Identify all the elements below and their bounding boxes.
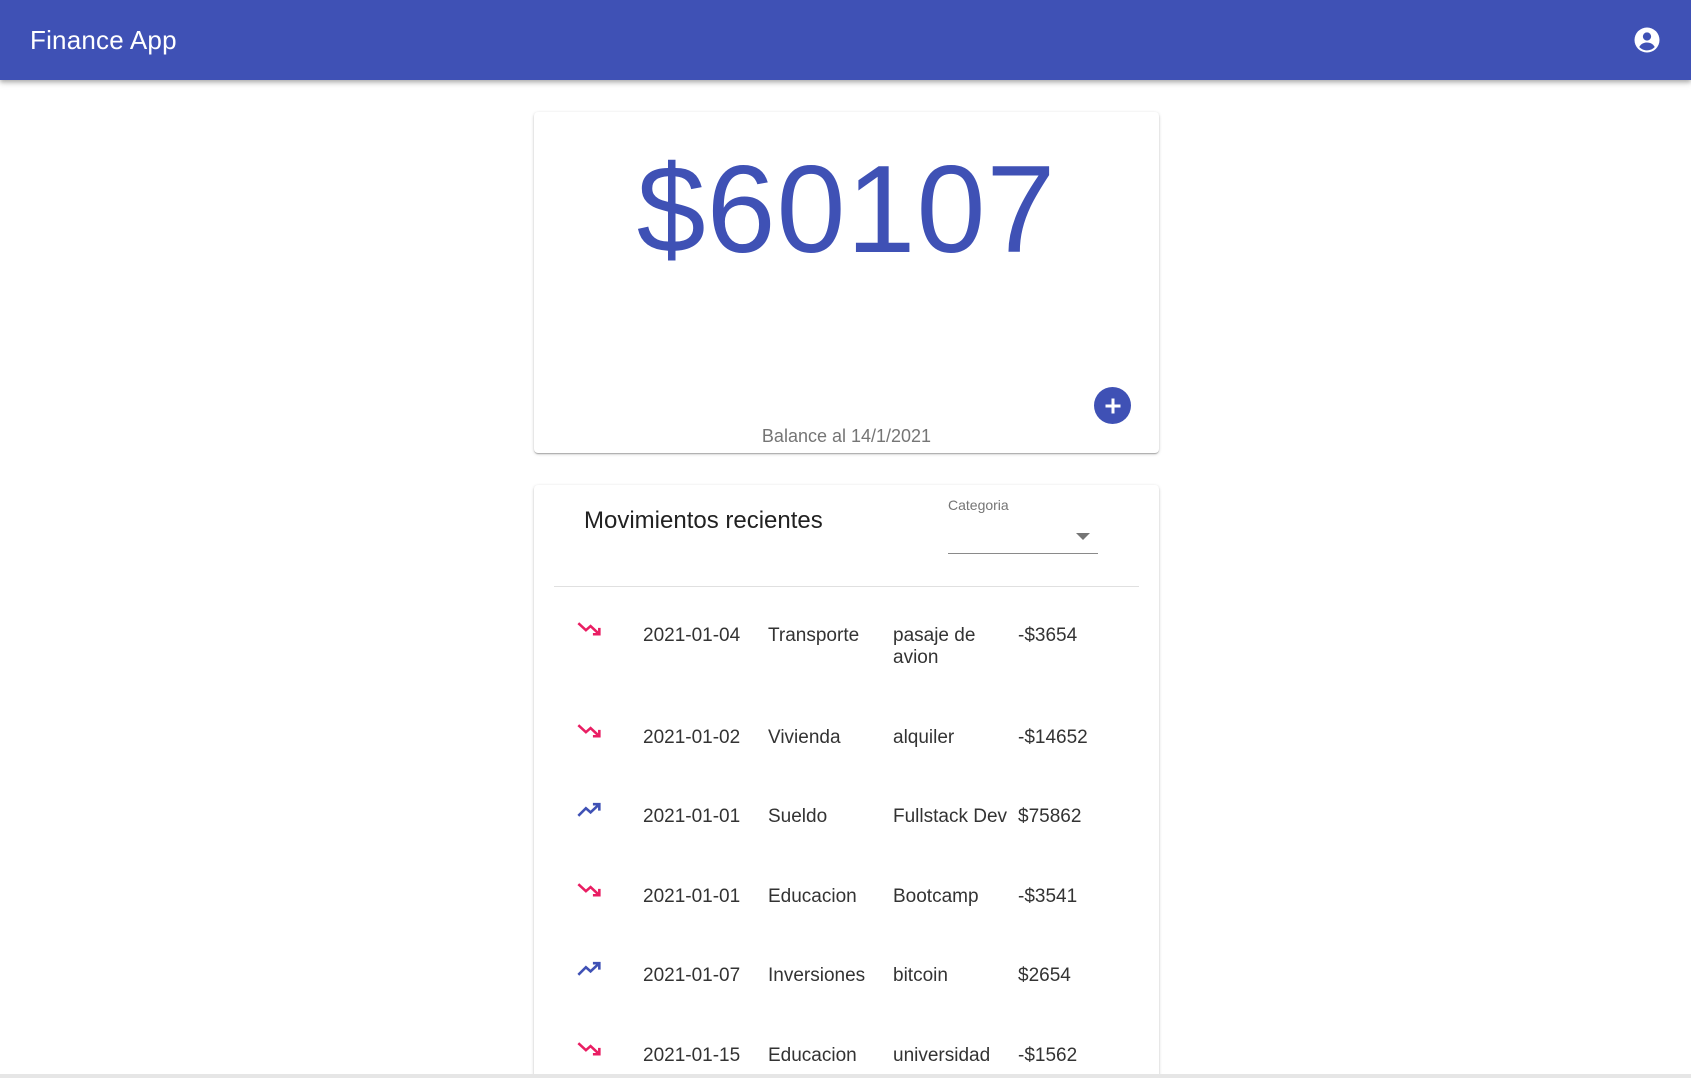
plus-icon xyxy=(1105,398,1120,413)
divider xyxy=(554,586,1139,587)
movement-category: Inversiones xyxy=(768,965,866,986)
category-filter-label: Categoria xyxy=(948,497,1009,513)
dropdown-arrow-icon xyxy=(1076,533,1090,540)
movement-description: universidad xyxy=(893,1045,991,1066)
movement-description: Fullstack Dev xyxy=(893,806,1008,827)
movement-date: 2021-01-01 xyxy=(643,806,741,827)
movement-category: Vivienda xyxy=(768,727,841,748)
balance-caption: Balance al 14/1/2021 xyxy=(761,426,932,446)
trending-down-icon xyxy=(577,883,601,897)
trending-up-icon xyxy=(577,802,601,817)
movement-category: Educacion xyxy=(768,1045,857,1066)
trending-down-icon xyxy=(577,724,601,738)
movement-description: bitcoin xyxy=(893,965,948,986)
movement-amount: -$1562 xyxy=(1018,1045,1078,1066)
movement-amount: -$3654 xyxy=(1018,625,1078,646)
movement-date: 2021-01-15 xyxy=(643,1045,741,1066)
movement-amount: $2654 xyxy=(1018,965,1071,986)
balance-amount: $60107 xyxy=(636,141,1057,279)
movement-row: 2021-01-01 Educacion Bootcamp -$3541 xyxy=(554,883,1139,946)
movement-amount: $75862 xyxy=(1018,806,1082,827)
app-title: Finance App xyxy=(30,24,177,55)
movement-date: 2021-01-07 xyxy=(643,965,741,986)
movement-category: Transporte xyxy=(768,625,860,646)
movement-row: 2021-01-01 Sueldo Fullstack Dev $75862 xyxy=(554,802,1139,866)
balance-card: $60107 Balance al 14/1/2021 xyxy=(534,112,1159,453)
movement-amount: -$3541 xyxy=(1018,886,1078,907)
movements-title: Movimientos recientes xyxy=(584,507,823,534)
trending-down-icon xyxy=(577,1042,601,1056)
movement-row: 2021-01-02 Vivienda alquiler -$14652 xyxy=(554,724,1139,787)
account-circle-icon xyxy=(1634,27,1660,53)
movement-row: 2021-01-07 Inversiones bitcoin $2654 xyxy=(554,961,1139,1025)
app-bar: Finance App xyxy=(0,0,1691,80)
movement-description: Bootcamp xyxy=(893,886,979,907)
movement-description: pasaje de avion xyxy=(893,625,976,668)
category-select[interactable] xyxy=(948,518,1098,554)
account-button[interactable] xyxy=(1631,24,1663,56)
movement-date: 2021-01-02 xyxy=(643,727,741,748)
movement-amount: -$14652 xyxy=(1018,727,1088,748)
window-bottom-edge xyxy=(0,1074,1691,1078)
movement-description: alquiler xyxy=(893,727,955,748)
movement-category: Educacion xyxy=(768,886,857,907)
movement-row: 2021-01-04 Transporte pasaje de avion -$365… xyxy=(554,622,1139,685)
trending-up-icon xyxy=(577,961,601,976)
add-movement-button[interactable] xyxy=(1094,387,1131,424)
trending-down-icon xyxy=(577,622,601,636)
movement-date: 2021-01-04 xyxy=(643,625,741,646)
movement-date: 2021-01-01 xyxy=(643,886,741,907)
movement-category: Sueldo xyxy=(768,806,828,827)
